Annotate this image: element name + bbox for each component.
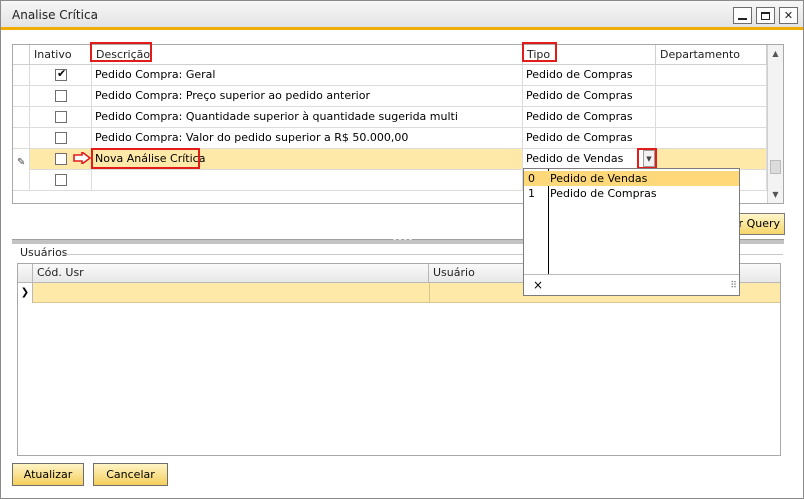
analises-grid-scrollbar[interactable]: ▲ ▼	[767, 45, 783, 203]
dropdown-footer: × ⠿	[524, 274, 739, 295]
tipo-cell[interactable]: Pedido de Compras	[523, 128, 656, 149]
window-title: Analise Crítica	[12, 8, 98, 22]
pencil-edit-icon: ✎	[17, 157, 26, 168]
inativo-cell	[30, 170, 92, 191]
scroll-up-icon[interactable]: ▲	[768, 45, 783, 61]
usuarios-group-label: Usuários	[20, 246, 68, 259]
row-header[interactable]	[13, 170, 30, 191]
column-header-inativo[interactable]: Inativo	[30, 45, 92, 65]
row-pointer-icon[interactable]: ❯	[18, 283, 33, 303]
inativo-checkbox[interactable]	[55, 153, 67, 165]
inativo-checkbox[interactable]	[55, 90, 67, 102]
inativo-cell: ✔	[30, 65, 92, 86]
column-header-cod-usr[interactable]: Cód. Usr	[33, 264, 429, 283]
analise-critica-window: Analise Crítica ✕ Inativo Descrição Tipo…	[0, 0, 804, 499]
dropdown-option-pedido-vendas[interactable]: 0 Pedido de Vendas	[524, 171, 739, 186]
inativo-cell	[30, 107, 92, 128]
checkmark-icon: ✔	[57, 67, 67, 80]
row-header-corner	[18, 264, 33, 283]
row-header[interactable]: ✎	[13, 149, 30, 170]
maximize-button[interactable]	[756, 7, 775, 24]
highlight-box-tipo	[522, 42, 557, 62]
table-row[interactable]: Pedido Compra: Preço superior ao pedido …	[13, 86, 767, 107]
row-header[interactable]	[13, 86, 30, 107]
departamento-cell[interactable]	[656, 65, 767, 86]
minimize-button[interactable]	[733, 7, 752, 24]
close-button[interactable]: ✕	[779, 7, 798, 24]
row-header-corner	[13, 45, 30, 65]
inativo-checkbox[interactable]	[55, 132, 67, 144]
scrollbar-thumb[interactable]	[770, 160, 781, 174]
resize-grip-icon[interactable]: ⠿	[730, 281, 737, 291]
splitter-grip-icon: ••••	[392, 235, 414, 245]
tipo-cell[interactable]: Pedido de Compras	[523, 65, 656, 86]
dropdown-option-pedido-compras[interactable]: 1 Pedido de Compras	[524, 186, 739, 201]
option-number: 0	[528, 172, 535, 185]
column-divider	[429, 283, 430, 303]
departamento-cell[interactable]	[656, 128, 767, 149]
departamento-cell[interactable]	[656, 107, 767, 128]
inativo-cell	[30, 128, 92, 149]
column-header-departamento[interactable]: Departamento	[656, 45, 767, 65]
inativo-cell	[30, 86, 92, 107]
tipo-cell[interactable]: Pedido de Compras	[523, 86, 656, 107]
dropdown-close-icon[interactable]: ×	[533, 278, 543, 292]
highlight-box-descricao	[90, 42, 152, 62]
descricao-cell[interactable]: Pedido Compra: Quantidade superior à qua…	[92, 107, 523, 128]
descricao-cell[interactable]: Pedido Compra: Preço superior ao pedido …	[92, 86, 523, 107]
cancelar-button[interactable]: Cancelar	[93, 463, 168, 486]
row-header[interactable]	[13, 107, 30, 128]
inativo-checkbox[interactable]	[55, 111, 67, 123]
descricao-cell[interactable]: Pedido Compra: Geral	[92, 65, 523, 86]
inativo-checkbox[interactable]	[55, 174, 67, 186]
option-label: Pedido de Compras	[550, 187, 657, 200]
red-arrow-icon	[73, 152, 91, 164]
inativo-checkbox[interactable]: ✔	[55, 67, 67, 81]
tipo-combo-dropdown-button[interactable]: ▼	[643, 150, 655, 167]
highlight-box-nova-analise	[91, 148, 200, 169]
chevron-down-icon: ▼	[646, 154, 652, 163]
close-icon: ✕	[783, 9, 794, 22]
title-bar[interactable]: Analise Crítica ✕	[1, 1, 803, 30]
tipo-cell[interactable]: Pedido de Compras	[523, 107, 656, 128]
row-header[interactable]	[13, 128, 30, 149]
option-label: Pedido de Vendas	[550, 172, 648, 185]
minimize-icon	[738, 17, 747, 20]
departamento-cell[interactable]	[656, 149, 767, 170]
scroll-down-icon[interactable]: ▼	[768, 186, 783, 202]
departamento-cell[interactable]	[656, 86, 767, 107]
atualizar-button[interactable]: Atualizar	[12, 463, 84, 486]
tipo-dropdown-list[interactable]: 0 Pedido de Vendas 1 Pedido de Compras ×…	[523, 168, 740, 296]
descricao-cell[interactable]	[92, 170, 523, 191]
maximize-icon	[761, 11, 770, 20]
table-row[interactable]: Pedido Compra: Valor do pedido superior …	[13, 128, 767, 149]
descricao-cell[interactable]: Pedido Compra: Valor do pedido superior …	[92, 128, 523, 149]
row-header[interactable]	[13, 65, 30, 86]
table-row[interactable]: Pedido Compra: Quantidade superior à qua…	[13, 107, 767, 128]
option-number: 1	[528, 187, 535, 200]
column-header-descricao[interactable]: Descrição	[92, 45, 523, 65]
table-row[interactable]: ✔ Pedido Compra: Geral Pedido de Compras	[13, 65, 767, 86]
